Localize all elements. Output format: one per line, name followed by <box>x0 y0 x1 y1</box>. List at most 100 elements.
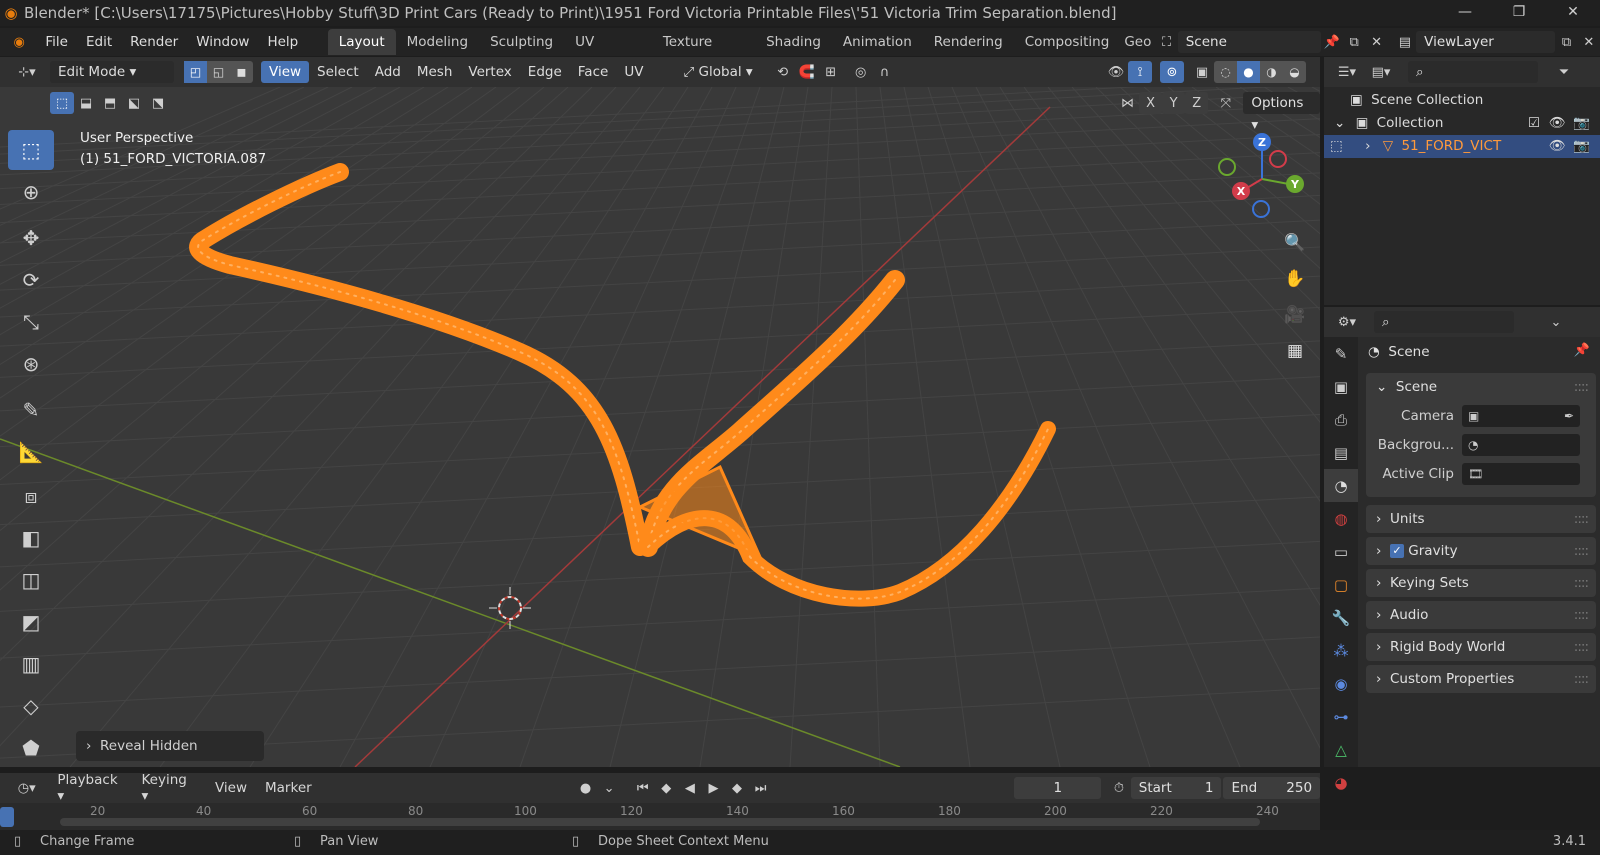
menu-help[interactable]: Help <box>258 29 307 55</box>
close-button[interactable]: ✕ <box>1546 0 1600 26</box>
view-layer-tab-icon[interactable]: ▤ <box>1324 436 1358 469</box>
visibility-icon[interactable]: 👁 <box>1104 61 1128 83</box>
new-view-layer-icon[interactable]: ⧉ <box>1555 31 1577 53</box>
drag-handle-icon[interactable]: :::: <box>1574 505 1589 533</box>
tool-tab-icon[interactable]: ✎ <box>1324 337 1358 370</box>
tab-rendering[interactable]: Rendering <box>923 29 1014 55</box>
options-dropdown[interactable]: Options ▾ <box>1243 92 1320 133</box>
filter-icon[interactable]: ⏷ <box>1552 61 1576 83</box>
delete-view-layer-icon[interactable]: ✕ <box>1578 31 1600 53</box>
transform-orientation-dropdown[interactable]: ⤢ Global ▾ <box>675 61 760 83</box>
outliner-row-collection[interactable]: ⌄ ▣ Collection ☑ 👁 📷 <box>1324 112 1600 135</box>
outliner-row-object[interactable]: ⬚ › ▽ 51_FORD_VICT 👁 📷 <box>1324 135 1600 158</box>
mirror-y-toggle[interactable]: Y <box>1162 92 1186 114</box>
select-box-tool-icon[interactable]: ⬚ <box>8 130 54 170</box>
properties-options-icon[interactable]: ⌄ <box>1544 311 1568 333</box>
pan-hand-icon[interactable]: ✋ <box>1280 264 1310 294</box>
vertex-select-icon[interactable]: ◰ <box>184 61 207 83</box>
drag-handle-icon[interactable]: :::: <box>1574 569 1589 597</box>
zoom-icon[interactable]: 🔍 <box>1280 228 1310 258</box>
view-layer-browse-icon[interactable]: ▤ <box>1394 31 1416 53</box>
constraints-tab-icon[interactable]: ⊶ <box>1324 700 1358 733</box>
pivot-point-icon[interactable]: ⟲ <box>771 61 795 83</box>
keying-options-icon[interactable]: ⌄ <box>597 777 621 799</box>
menu-vertex[interactable]: Vertex <box>460 61 519 83</box>
auto-merge-icon[interactable]: ⤧ <box>1214 92 1237 114</box>
display-mode-icon[interactable]: ▤▾ <box>1364 61 1398 83</box>
audio-panel[interactable]: › Audio:::: <box>1366 601 1596 629</box>
menu-face[interactable]: Face <box>570 61 617 83</box>
outliner-row-scene-collection[interactable]: ▣ Scene Collection <box>1324 89 1600 112</box>
camera-field[interactable]: ▣ ✒ <box>1462 404 1580 427</box>
editor-type-icon[interactable]: ⊹▾ <box>10 61 44 83</box>
active-clip-field[interactable]: 🎞 <box>1462 462 1580 485</box>
material-shading-icon[interactable]: ◑ <box>1260 61 1283 83</box>
mirror-x-toggle[interactable]: X <box>1139 92 1163 114</box>
annotate-tool-icon[interactable]: ✎ <box>8 390 54 430</box>
select-new-icon[interactable]: ⬚ <box>50 92 74 114</box>
stopwatch-icon[interactable]: ⏱ <box>1107 777 1131 799</box>
tab-sculpting[interactable]: Sculpting <box>479 29 564 55</box>
camera-view-icon[interactable]: 🎥 <box>1280 300 1310 330</box>
select-invert-icon[interactable]: ⬕ <box>122 92 146 114</box>
face-select-icon[interactable]: ◼ <box>230 61 253 83</box>
properties-editor-type-icon[interactable]: ⚙▾ <box>1330 311 1364 333</box>
pin-icon[interactable]: 📌 <box>1574 343 1590 358</box>
drag-handle-icon[interactable]: :::: <box>1574 537 1589 565</box>
output-tab-icon[interactable]: ⎙ <box>1324 403 1358 436</box>
scene-browse-icon[interactable]: ⛶ <box>1155 31 1177 53</box>
jump-start-icon[interactable]: ⏮ <box>631 777 655 799</box>
jump-end-icon[interactable]: ⏭ <box>749 777 773 799</box>
menu-render[interactable]: Render <box>121 29 187 55</box>
material-tab-icon[interactable]: ◕ <box>1324 766 1358 799</box>
tab-compositing[interactable]: Compositing <box>1014 29 1121 55</box>
eye-icon[interactable]: 👁 <box>1549 112 1566 135</box>
menu-edge[interactable]: Edge <box>520 61 570 83</box>
menu-view[interactable]: View <box>261 61 310 83</box>
menu-add[interactable]: Add <box>367 61 409 83</box>
next-keyframe-icon[interactable]: ◆ <box>725 777 749 799</box>
timeline-editor-type-icon[interactable]: ◷▾ <box>10 777 43 799</box>
background-field[interactable]: ◔ <box>1462 433 1580 456</box>
exclude-checkbox[interactable]: ☑ <box>1528 112 1540 135</box>
tab-modeling[interactable]: Modeling <box>396 29 479 55</box>
snap-icon[interactable]: 🧲 <box>795 61 819 83</box>
tab-geometry-nodes[interactable]: Geo <box>1120 29 1155 55</box>
play-reverse-icon[interactable]: ◀ <box>678 777 702 799</box>
drag-handle-icon[interactable]: :::: <box>1574 665 1589 693</box>
inset-tool-icon[interactable]: ◫ <box>8 560 54 600</box>
object-tab-icon[interactable]: ▢ <box>1324 568 1358 601</box>
xray-icon[interactable]: ▣ <box>1190 61 1214 83</box>
overlays-toggle-icon[interactable]: ⊚ <box>1160 61 1184 83</box>
scene-field[interactable]: Scene <box>1177 31 1321 53</box>
properties-search-input[interactable]: ⌕ <box>1374 311 1514 333</box>
menu-playback[interactable]: Playback ▾ <box>57 772 127 804</box>
view-layer-field[interactable]: ViewLayer <box>1416 31 1556 53</box>
transform-tool-icon[interactable]: ⊛ <box>8 344 54 384</box>
camera-icon[interactable]: 📷 <box>1573 135 1590 158</box>
bevel-tool-icon[interactable]: ◩ <box>8 602 54 642</box>
poly-build-tool-icon[interactable]: ⬟ <box>8 728 54 768</box>
drag-handle-icon[interactable]: :::: <box>1574 601 1589 629</box>
scale-tool-icon[interactable]: ⤡ <box>8 302 54 342</box>
cursor-tool-icon[interactable]: ⊕ <box>8 172 54 212</box>
menu-uv[interactable]: UV <box>616 61 651 83</box>
render-tab-icon[interactable]: ▣ <box>1324 370 1358 403</box>
falloff-icon[interactable]: ∩ <box>873 61 897 83</box>
perspective-toggle-icon[interactable]: ▦ <box>1280 336 1310 366</box>
edit-mode-icon[interactable]: ⬚ <box>1330 138 1343 154</box>
auto-keying-icon[interactable]: ● <box>574 777 598 799</box>
drag-handle-icon[interactable]: :::: <box>1574 373 1589 401</box>
extrude-tool-icon[interactable]: ◧ <box>8 518 54 558</box>
physics-tab-icon[interactable]: ◉ <box>1324 667 1358 700</box>
mirror-z-toggle[interactable]: Z <box>1185 92 1209 114</box>
loop-cut-tool-icon[interactable]: ▥ <box>8 644 54 684</box>
gravity-panel[interactable]: › ✓ Gravity:::: <box>1366 537 1596 565</box>
measure-tool-icon[interactable]: 📐 <box>8 432 54 472</box>
eye-icon[interactable]: 👁 <box>1549 135 1566 158</box>
drag-handle-icon[interactable]: :::: <box>1574 633 1589 661</box>
add-cube-tool-icon[interactable]: ⧈ <box>8 476 54 516</box>
menu-file[interactable]: File <box>36 29 77 55</box>
select-subtract-icon[interactable]: ⬒ <box>98 92 122 114</box>
gravity-checkbox[interactable]: ✓ <box>1390 544 1404 558</box>
